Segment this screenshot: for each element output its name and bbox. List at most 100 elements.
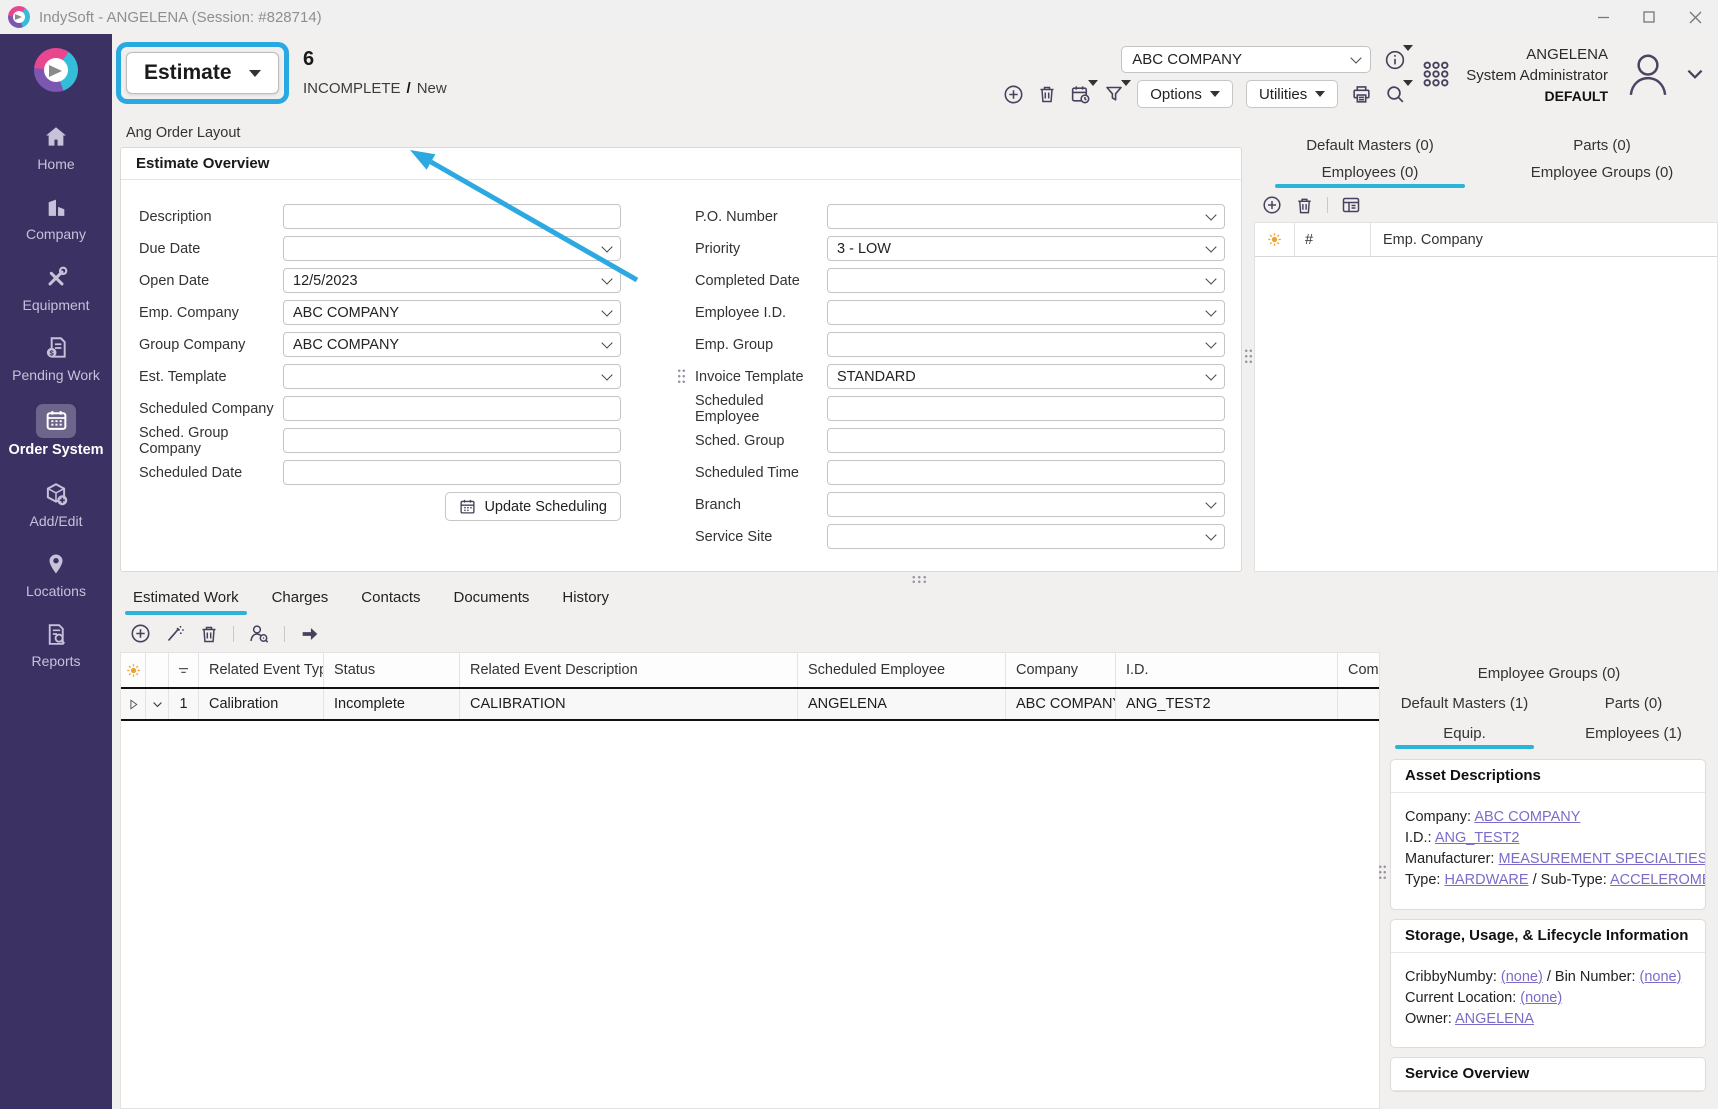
sidebar-item-pending-work[interactable]: $ Pending Work: [0, 323, 112, 393]
tab-parts[interactable]: Parts (0): [1486, 134, 1718, 161]
options-button[interactable]: Options: [1137, 80, 1233, 108]
update-scheduling-button[interactable]: Update Scheduling: [445, 492, 621, 521]
branch-select[interactable]: [827, 492, 1225, 517]
row-dropdown-button[interactable]: [146, 689, 169, 719]
priority-select[interactable]: 3 - LOW: [827, 236, 1225, 261]
scheduled-time-input[interactable]: [827, 460, 1225, 485]
description-input[interactable]: [283, 204, 621, 229]
emp-company-select[interactable]: ABC COMPANY: [283, 300, 621, 325]
sched-group-company-input[interactable]: [283, 428, 621, 453]
column-header[interactable]: Status: [324, 653, 460, 687]
company-selector[interactable]: ABC COMPANY: [1121, 46, 1371, 73]
horizontal-splitter[interactable]: [120, 572, 1718, 587]
sidebar-item-equipment[interactable]: Equipment: [0, 253, 112, 323]
scheduled-company-input[interactable]: [283, 396, 621, 421]
emp-group-select[interactable]: [827, 332, 1225, 357]
wand-icon[interactable]: [165, 624, 185, 644]
column-header-company[interactable]: Emp. Company: [1371, 232, 1717, 248]
user-menu-chevron-icon[interactable]: [1684, 63, 1706, 85]
panel-splitter-handle[interactable]: [1378, 864, 1387, 881]
company-icon: [41, 192, 71, 222]
scheduled-employee-input[interactable]: [827, 396, 1225, 421]
print-icon[interactable]: [1351, 84, 1372, 105]
sidebar-item-home[interactable]: Home: [0, 112, 112, 182]
employee-id-select[interactable]: [827, 300, 1225, 325]
current-location-link[interactable]: (none): [1520, 990, 1562, 1006]
field-row: Service Site: [695, 524, 1225, 549]
tab-parts[interactable]: Parts (0): [1549, 690, 1718, 720]
row-number-header[interactable]: [169, 653, 199, 687]
drag-handle[interactable]: [677, 368, 686, 385]
delete-icon[interactable]: [1037, 84, 1057, 104]
column-header[interactable]: I.D.: [1116, 653, 1338, 687]
type-link[interactable]: HARDWARE: [1445, 872, 1529, 888]
group-company-select[interactable]: ABC COMPANY: [283, 332, 621, 357]
tab-default-masters[interactable]: Default Masters (0): [1254, 134, 1486, 161]
sched-group-input[interactable]: [827, 428, 1225, 453]
column-header[interactable]: Scheduled Employee: [798, 653, 1006, 687]
column-config-button[interactable]: [1255, 223, 1295, 256]
calendar-icon[interactable]: [1070, 84, 1091, 105]
avatar[interactable]: [1623, 48, 1673, 100]
sidebar-item-company[interactable]: Company: [0, 182, 112, 252]
invoice-template-select[interactable]: STANDARD: [827, 364, 1225, 389]
form-view-icon[interactable]: [1341, 195, 1361, 215]
tab-contacts[interactable]: Contacts: [358, 589, 423, 615]
utilities-button[interactable]: Utilities: [1246, 80, 1338, 108]
forward-arrow-icon[interactable]: [299, 623, 321, 645]
tab-charges[interactable]: Charges: [269, 589, 332, 615]
service-site-select[interactable]: [827, 524, 1225, 549]
cribby-link[interactable]: (none): [1501, 969, 1543, 985]
tab-documents[interactable]: Documents: [451, 589, 533, 615]
search-icon[interactable]: [1385, 84, 1406, 105]
column-header-number[interactable]: #: [1295, 223, 1371, 256]
column-header[interactable]: Company: [1006, 653, 1116, 687]
apps-grid-icon[interactable]: [1421, 59, 1451, 89]
column-config-button[interactable]: [121, 653, 146, 687]
add-icon[interactable]: [1003, 84, 1024, 105]
work-table-body: [121, 721, 1379, 1108]
company-link[interactable]: ABC COMPANY: [1474, 809, 1580, 825]
delete-icon[interactable]: [1295, 196, 1314, 215]
delete-icon[interactable]: [199, 624, 219, 644]
bin-number-link[interactable]: (none): [1640, 969, 1682, 985]
close-button[interactable]: [1672, 0, 1718, 34]
tab-employees[interactable]: Employees (0): [1254, 161, 1486, 188]
subtype-link[interactable]: ACCELEROMETER: [1610, 872, 1705, 888]
est-template-select[interactable]: [283, 364, 621, 389]
maximize-button[interactable]: [1626, 0, 1672, 34]
record-type-dropdown[interactable]: Estimate: [126, 52, 279, 94]
info-button[interactable]: [1384, 49, 1406, 71]
table-row[interactable]: 1 Calibration Incomplete CALIBRATION ANG…: [121, 687, 1379, 721]
tab-employee-groups[interactable]: Employee Groups (0): [1380, 660, 1718, 690]
add-icon[interactable]: [130, 623, 151, 644]
owner-link[interactable]: ANGELENA: [1455, 1011, 1534, 1027]
minimize-button[interactable]: [1580, 0, 1626, 34]
tab-equip[interactable]: Equip.: [1380, 720, 1549, 750]
row-expand-button[interactable]: [121, 689, 146, 719]
id-link[interactable]: ANG_TEST2: [1435, 830, 1520, 846]
tab-estimated-work[interactable]: Estimated Work: [130, 589, 242, 615]
sidebar-item-order-system[interactable]: Order System: [0, 394, 112, 469]
tab-employee-groups[interactable]: Employee Groups (0): [1486, 161, 1718, 188]
column-header[interactable]: Com: [1338, 653, 1379, 687]
filter-icon[interactable]: [1104, 84, 1124, 104]
sidebar-item-reports[interactable]: Reports: [0, 609, 112, 679]
tab-default-masters[interactable]: Default Masters (1): [1380, 690, 1549, 720]
sidebar-item-locations[interactable]: Locations: [0, 539, 112, 609]
expand-triangle-icon: [127, 698, 140, 711]
panel-splitter-handle[interactable]: [1244, 348, 1253, 365]
add-icon[interactable]: [1262, 195, 1282, 215]
due-date-select[interactable]: [283, 236, 621, 261]
sidebar-item-add-edit[interactable]: Add/Edit: [0, 469, 112, 539]
manufacturer-link[interactable]: MEASUREMENT SPECIALTIES: [1499, 851, 1706, 867]
scheduled-date-input[interactable]: [283, 460, 621, 485]
completed-date-select[interactable]: [827, 268, 1225, 293]
column-header[interactable]: Related Event Type: [199, 653, 324, 687]
tab-history[interactable]: History: [559, 589, 612, 615]
po-number-select[interactable]: [827, 204, 1225, 229]
column-header[interactable]: Related Event Description: [460, 653, 798, 687]
open-date-select[interactable]: 12/5/2023: [283, 268, 621, 293]
tab-employees[interactable]: Employees (1): [1549, 720, 1718, 750]
person-search-icon[interactable]: [248, 623, 270, 645]
